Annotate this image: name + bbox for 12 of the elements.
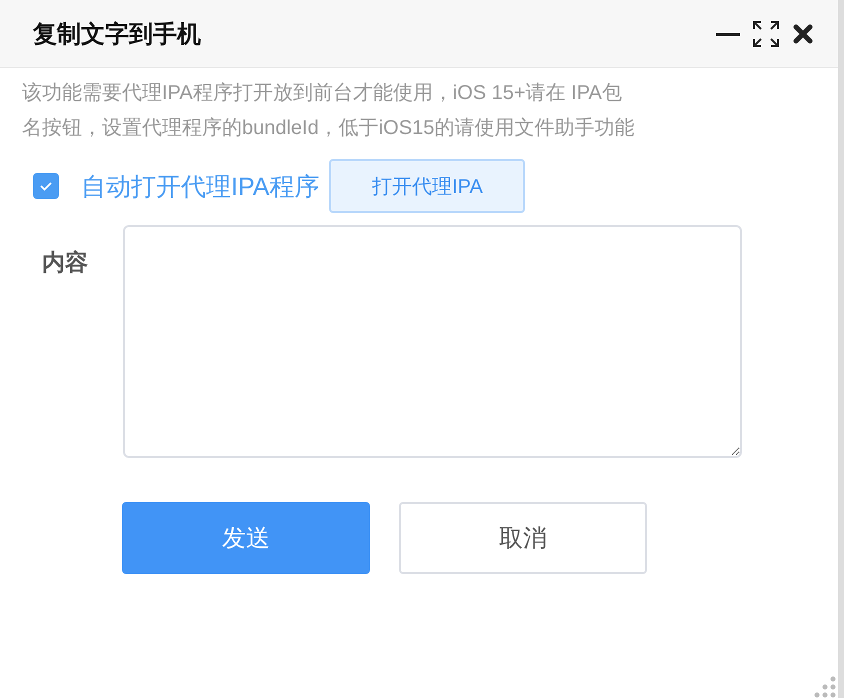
content-field[interactable]	[123, 225, 742, 458]
maximize-icon[interactable]	[752, 20, 780, 48]
description-text: 该功能需要代理IPA程序打开放到前台才能使用，iOS 15+请在 IPA包名按钮，设置代理程序的bundleId，低于iOS15的请使用文件助手功能	[22, 81, 636, 141]
content-label: 内容	[41, 248, 89, 277]
close-icon[interactable]	[792, 22, 814, 44]
open-proxy-button[interactable]: 打开代理IPA	[329, 159, 526, 213]
cancel-button[interactable]: 取消	[399, 502, 647, 574]
resize-grip-icon[interactable]	[814, 676, 836, 698]
window-title: 复制文字到手机	[33, 20, 201, 50]
checkbox-label[interactable]: 自动打开代理IPA程序	[81, 170, 320, 202]
checkbox[interactable]	[33, 173, 59, 199]
send-button[interactable]: 发送	[122, 502, 370, 574]
